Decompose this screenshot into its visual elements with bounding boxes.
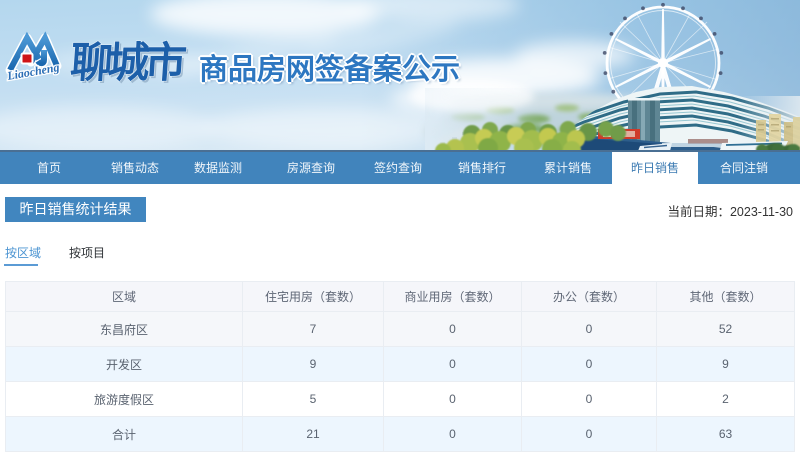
svg-text:聊城市: 聊城市 <box>69 39 187 86</box>
